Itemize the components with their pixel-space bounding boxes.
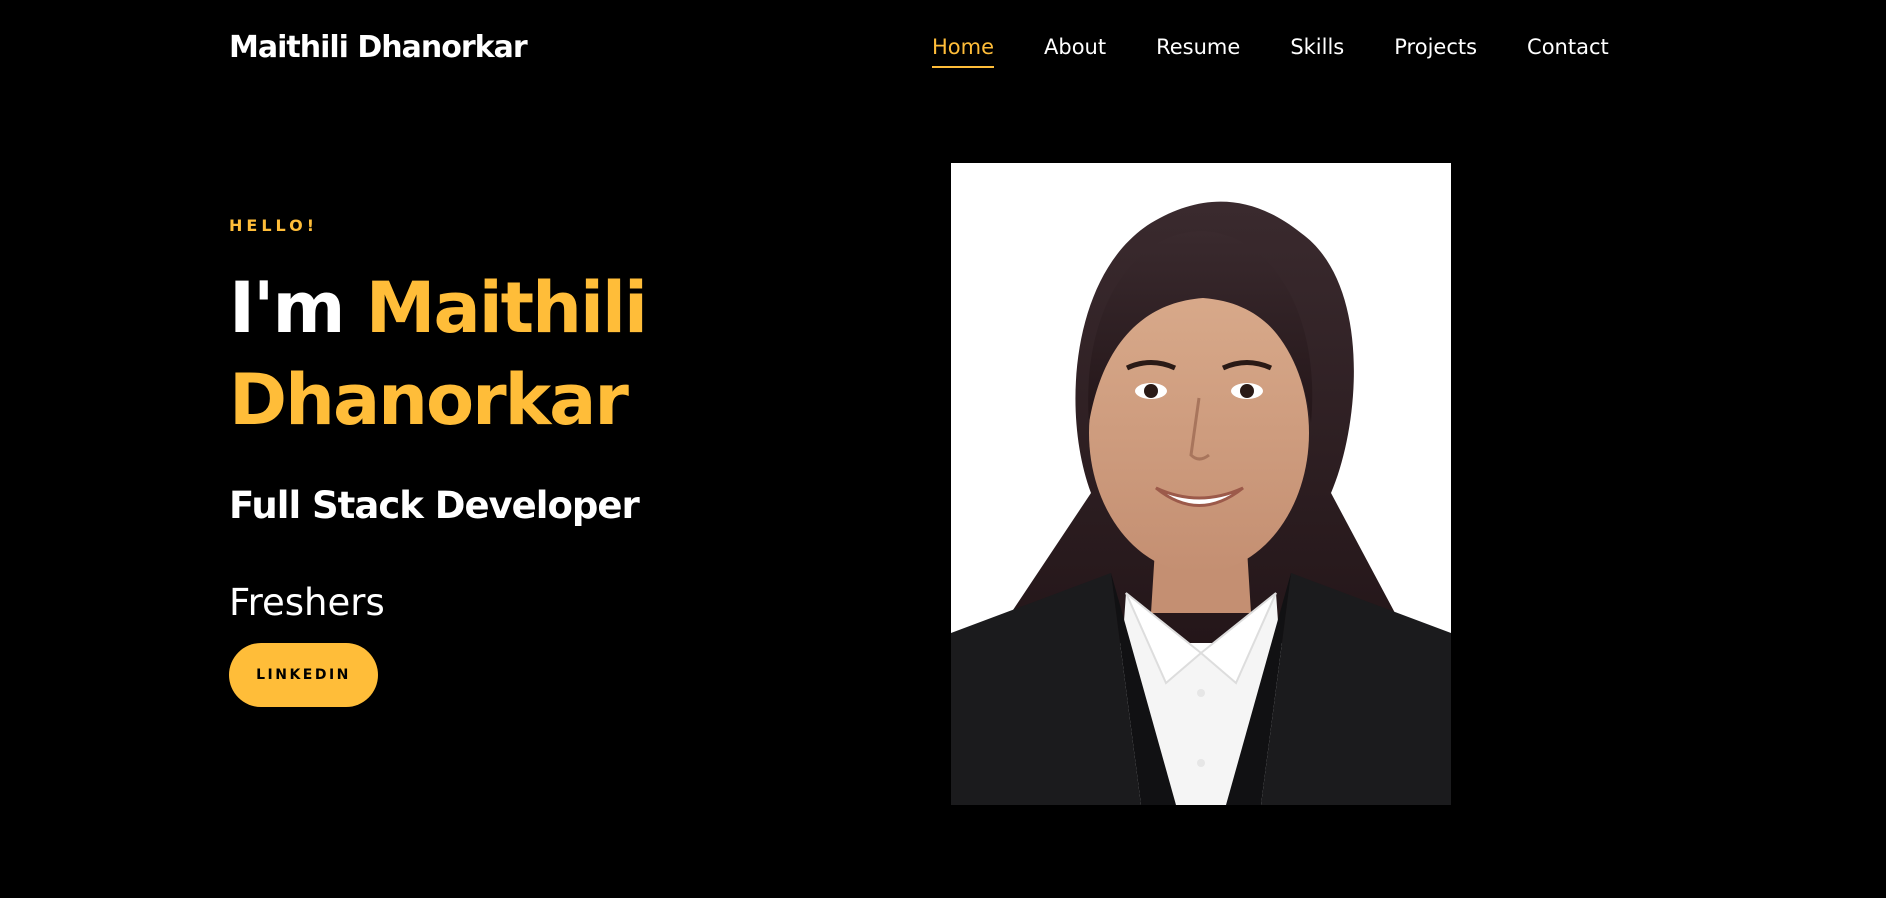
nav-projects[interactable]: Projects <box>1394 32 1477 62</box>
hero-name-last: Dhanorkar <box>229 359 629 441</box>
hero-headline: I'm Maithili Dhanorkar <box>229 262 789 446</box>
nav-skills[interactable]: Skills <box>1290 32 1344 62</box>
site-brand[interactable]: Maithili Dhanorkar <box>229 28 528 68</box>
profile-photo <box>951 163 1451 805</box>
nav-resume[interactable]: Resume <box>1156 32 1240 62</box>
nav-contact[interactable]: Contact <box>1527 32 1609 62</box>
profile-photo-illustration <box>951 163 1451 805</box>
main-nav: Home About Resume Skills Projects Contac… <box>932 32 1609 72</box>
page: Maithili Dhanorkar Home About Resume Ski… <box>0 0 1886 898</box>
hero-name-first: Maithili <box>365 267 648 349</box>
hero-intro: I'm <box>229 267 345 349</box>
hero-role: Full Stack Developer <box>229 484 640 527</box>
nav-home[interactable]: Home <box>932 32 995 68</box>
hero-greeting: HELLO! <box>229 216 319 235</box>
linkedin-button[interactable]: LINKEDIN <box>229 643 378 707</box>
nav-about[interactable]: About <box>1044 32 1106 62</box>
hero-status: Freshers <box>229 581 385 624</box>
